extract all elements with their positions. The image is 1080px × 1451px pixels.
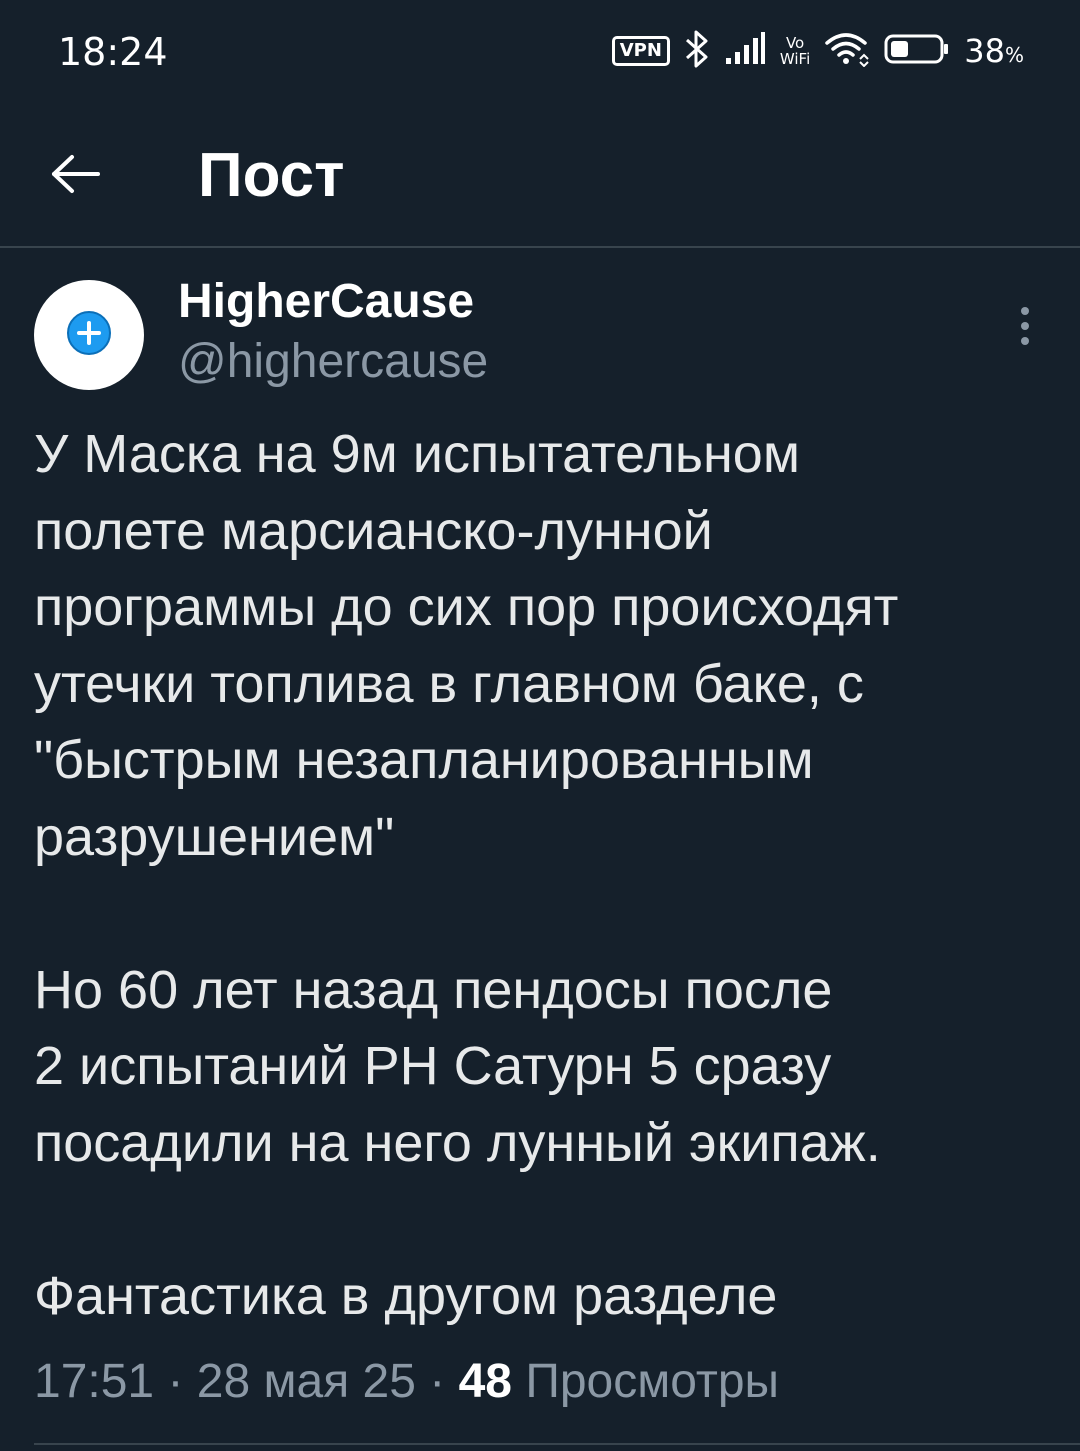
battery-percent-unit: % [1004,43,1024,67]
username[interactable]: @highercause [178,334,488,390]
avatar[interactable] [34,280,144,390]
status-time: 18:24 [58,30,168,74]
bluetooth-icon [684,29,710,74]
arrow-left-icon [50,154,102,199]
vpn-icon: VPN [611,36,670,66]
post-text: У Маска на 9м испытательном полете марси… [34,424,899,1326]
post-divider [34,1443,1080,1445]
views-count[interactable]: 48 [459,1355,512,1408]
status-bar: 18:24 VPN Vo WiFi 38% [0,0,1080,100]
more-vertical-icon [1019,306,1031,351]
battery-percent: 38% [964,32,1024,70]
vowifi-top-label: Vo [785,34,805,52]
back-button[interactable] [40,140,112,212]
page-title: Пост [198,141,345,210]
post-time[interactable]: 17:51 [34,1355,154,1408]
wifi-icon [824,31,870,72]
post-date[interactable]: 28 мая 25 [197,1355,416,1408]
app-header: Пост [0,100,1080,246]
display-name[interactable]: HigherCause [178,274,474,330]
vowifi-bottom-label: WiFi [779,50,811,68]
battery-icon [884,33,950,70]
meta-separator: · [167,1355,184,1408]
more-button[interactable] [1000,298,1050,358]
plus-circle-icon [66,310,112,361]
post-meta: 17:51 · 28 мая 25 · 48 Просмотры [34,1346,779,1418]
battery-percent-value: 38 [964,32,1005,70]
meta-separator: · [429,1355,446,1408]
signal-icon [724,31,766,71]
header-divider [0,246,1080,248]
status-icons: VPN Vo WiFi 38% [611,26,1024,76]
views-label[interactable]: Просмотры [525,1355,779,1408]
vowifi-icon: Vo WiFi [780,35,810,67]
